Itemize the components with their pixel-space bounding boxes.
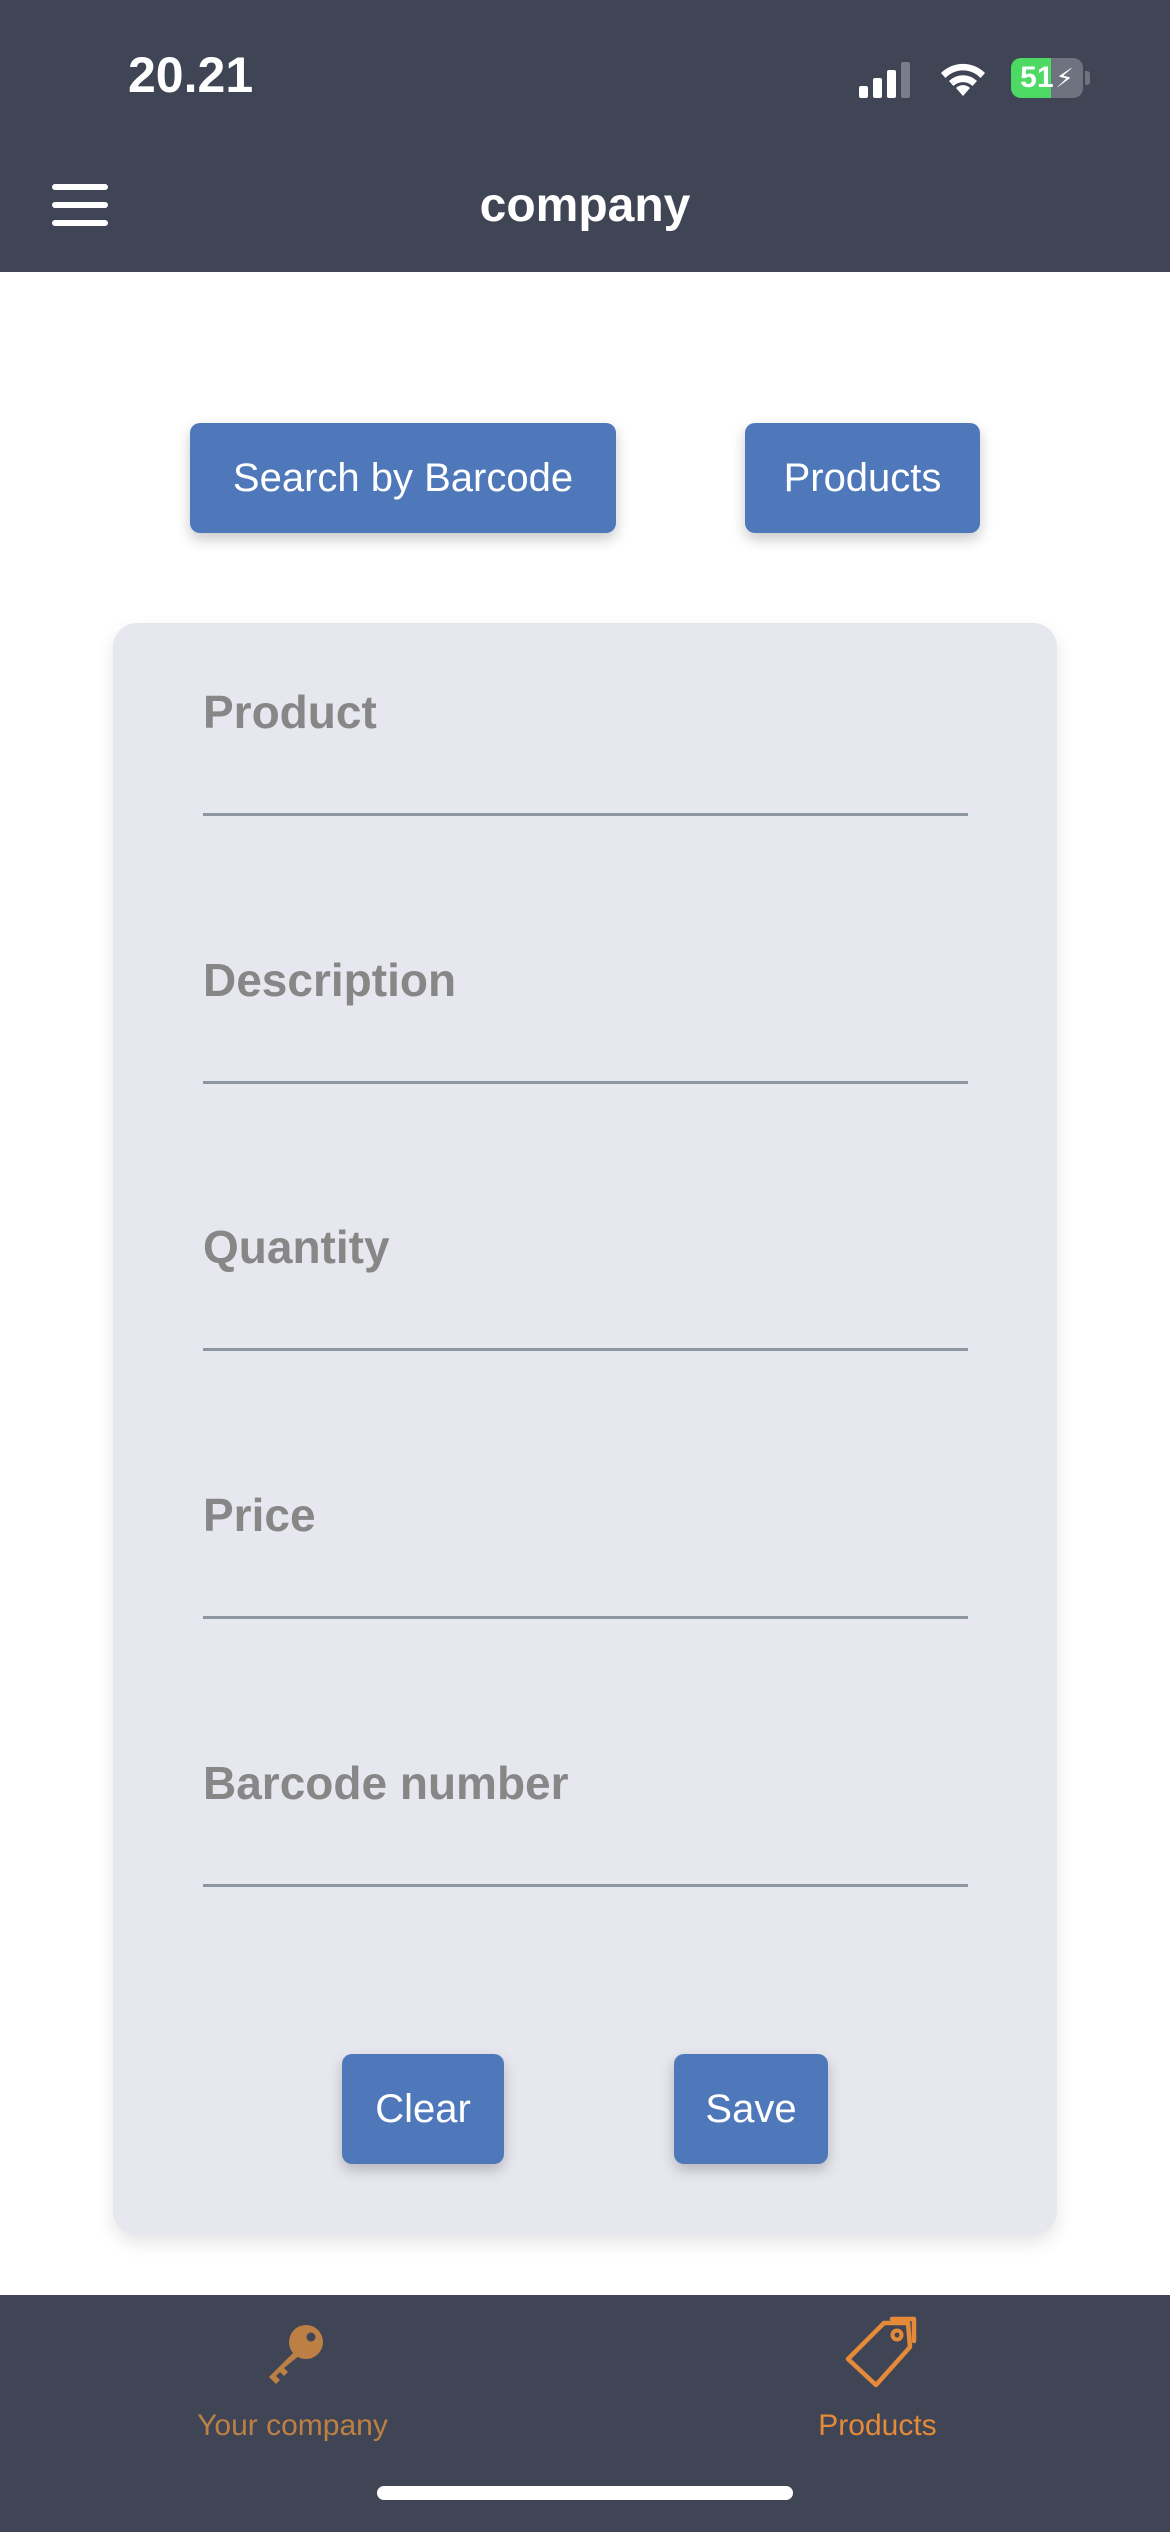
description-field: Description (203, 891, 968, 1091)
quantity-input[interactable] (203, 1288, 968, 1351)
save-button[interactable]: Save (674, 2054, 828, 2164)
status-icons: 51 ⚡ (859, 56, 1090, 100)
description-label: Description (203, 954, 457, 1006)
product-label: Product (203, 686, 377, 738)
barcode-number-label: Barcode number (203, 1757, 569, 1809)
tab-products-label: Products (818, 2409, 937, 2442)
quantity-field: Quantity (203, 1158, 968, 1358)
product-form-card: Product Description Quantity Price Barco… (113, 623, 1057, 2235)
battery-nub (1085, 71, 1090, 85)
description-input[interactable] (203, 1021, 968, 1084)
price-tag-icon (845, 2316, 916, 2388)
barcode-number-input[interactable] (203, 1824, 968, 1887)
home-indicator[interactable] (377, 2486, 793, 2500)
product-field: Product (203, 623, 968, 823)
products-button[interactable]: Products (745, 423, 980, 533)
price-field: Price (203, 1426, 968, 1626)
app-header: 20.21 51 ⚡ company (0, 0, 1170, 272)
search-by-barcode-button[interactable]: Search by Barcode (190, 423, 616, 533)
product-input[interactable] (203, 753, 968, 816)
price-input[interactable] (203, 1556, 968, 1619)
tab-your-company[interactable]: Your company (0, 2295, 585, 2485)
status-time: 20.21 (128, 47, 254, 103)
tab-products[interactable]: Products (585, 2295, 1170, 2485)
clear-button[interactable]: Clear (342, 2054, 504, 2164)
battery-level: 51 (1020, 61, 1054, 94)
wifi-icon (941, 63, 985, 96)
barcode-number-field: Barcode number (203, 1694, 968, 1894)
battery-charging-icon: 51 ⚡ (1011, 58, 1083, 98)
quantity-label: Quantity (203, 1221, 390, 1273)
cellular-signal-icon (859, 58, 915, 98)
tab-your-company-label: Your company (197, 2409, 388, 2442)
page-title: company (479, 179, 691, 232)
price-label: Price (203, 1489, 316, 1541)
key-icon (268, 2325, 323, 2384)
